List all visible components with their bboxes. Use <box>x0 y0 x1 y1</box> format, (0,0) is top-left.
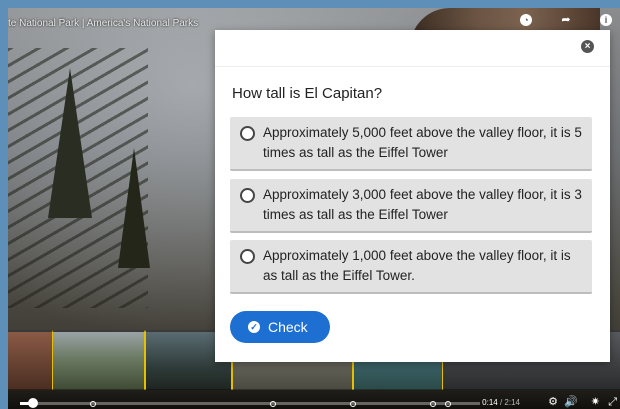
settings-cog-icon[interactable]: ⚙ <box>548 397 558 408</box>
fullscreen-icon[interactable]: ⤢ <box>608 397 617 408</box>
scenery-tree <box>48 68 92 218</box>
scenery-tree <box>118 148 150 268</box>
chapter-marker <box>430 401 436 407</box>
chapter-marker <box>90 401 96 407</box>
answer-option-3[interactable]: Approximately 1,000 feet above the valle… <box>230 240 592 294</box>
check-button[interactable]: ✓ Check <box>230 311 330 343</box>
info-icon[interactable]: i <box>600 14 612 26</box>
current-time: 0:14 <box>482 398 498 407</box>
progress-bar[interactable] <box>20 398 480 408</box>
check-button-label: Check <box>268 319 308 335</box>
video-title: te National Park | America's National Pa… <box>8 18 199 29</box>
chapter-marker <box>350 401 356 407</box>
chapter-thumbnail[interactable] <box>52 330 146 390</box>
chapter-thumbnail[interactable] <box>8 330 53 390</box>
radio-button[interactable] <box>240 126 255 141</box>
share-icon[interactable]: ➦ <box>560 14 572 26</box>
radio-button[interactable] <box>240 188 255 203</box>
time-display: 0:14 / 2:14 <box>482 398 520 407</box>
quiz-modal: × How tall is El Capitan? Approximately … <box>215 30 610 362</box>
video-top-controls: ◔ ➦ i <box>520 14 612 26</box>
volume-icon[interactable]: 🔊 <box>564 397 578 408</box>
close-icon[interactable]: × <box>581 40 594 53</box>
chapter-marker <box>445 401 451 407</box>
answer-option-1[interactable]: Approximately 5,000 feet above the valle… <box>230 117 592 171</box>
answer-label: Approximately 1,000 feet above the valle… <box>263 248 571 283</box>
answer-option-2[interactable]: Approximately 3,000 feet above the valle… <box>230 179 592 233</box>
duration: / 2:14 <box>499 398 520 407</box>
gear-icon[interactable]: ✷ <box>591 397 600 408</box>
answer-label: Approximately 3,000 feet above the valle… <box>263 187 582 222</box>
check-circle-icon: ✓ <box>248 321 260 333</box>
answer-label: Approximately 5,000 feet above the valle… <box>263 125 582 160</box>
video-control-bar: 0:14 / 2:14 ⚙ 🔊 ✷ ⤢ <box>8 389 620 409</box>
scrubber-handle[interactable] <box>28 398 38 408</box>
radio-button[interactable] <box>240 249 255 264</box>
chapter-marker <box>270 401 276 407</box>
clock-icon[interactable]: ◔ <box>520 14 532 26</box>
modal-header: × <box>215 30 610 67</box>
question-text: How tall is El Capitan? <box>232 85 383 102</box>
